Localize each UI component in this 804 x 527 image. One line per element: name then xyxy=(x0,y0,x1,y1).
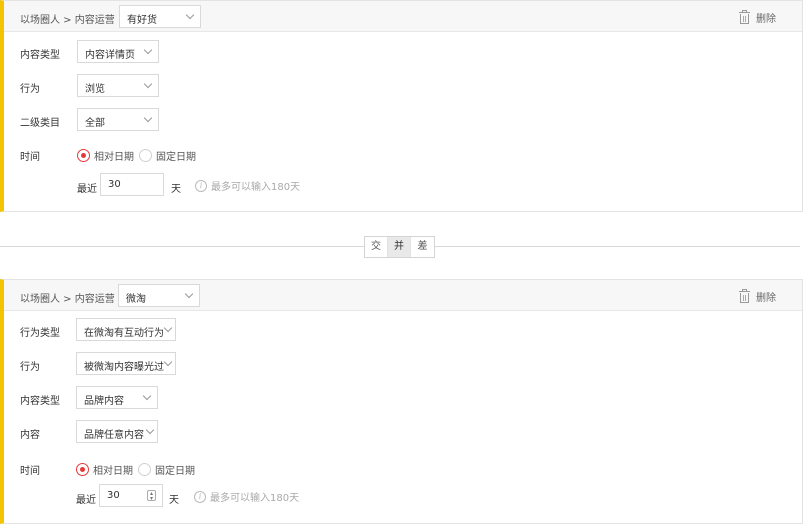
radio-label: 固定日期 xyxy=(155,466,195,477)
delete-button[interactable]: 删除 xyxy=(739,10,776,25)
source-select-value: 微淘 xyxy=(126,294,146,305)
days-hint: i 最多可以输入180天 xyxy=(195,178,300,193)
operator-union[interactable]: 并 xyxy=(388,237,411,257)
radio-relative-date[interactable]: 相对日期 xyxy=(77,148,134,163)
field-label: 行为类型 xyxy=(20,328,60,339)
info-icon: i xyxy=(195,179,207,192)
days-input[interactable]: 30 ▴ ▾ xyxy=(99,484,163,507)
chevron-down-icon xyxy=(143,113,153,123)
chevron-down-icon xyxy=(143,79,153,89)
chevron-down-icon xyxy=(185,10,195,20)
select-value: 浏览 xyxy=(85,84,105,95)
content-type-select[interactable]: 品牌内容 xyxy=(76,386,158,409)
chevron-down-icon xyxy=(163,357,173,367)
select-value: 被微淘内容曝光过 xyxy=(84,362,164,373)
operator-intersection[interactable]: 交 xyxy=(365,237,388,257)
delete-label: 删除 xyxy=(756,293,776,304)
field-row-time: 时间 相对日期 固定日期 xyxy=(20,144,320,168)
delete-button[interactable]: 删除 xyxy=(739,289,776,304)
select-value: 内容详情页 xyxy=(85,50,135,61)
behavior-select[interactable]: 浏览 xyxy=(77,74,159,97)
field-label: 行为 xyxy=(20,362,40,373)
chevron-down-icon xyxy=(145,425,155,435)
field-row-time: 时间 相对日期 固定日期 xyxy=(20,458,320,482)
radio-label: 固定日期 xyxy=(156,152,196,163)
select-value: 全部 xyxy=(85,118,105,129)
hint-text: 最多可以输入180天 xyxy=(210,493,300,504)
recent-label: 最近 xyxy=(76,495,96,506)
field-label: 时间 xyxy=(20,152,40,163)
days-value: 30 xyxy=(107,490,120,501)
trash-icon xyxy=(739,10,750,24)
field-label: 内容类型 xyxy=(20,50,60,61)
field-label: 二级类目 xyxy=(20,118,60,129)
source-select[interactable]: 有好货 xyxy=(119,5,201,28)
rule-card-1: 以场圈人 > 内容运营 有好货 删除 内容类型 内容详情页 行为 浏览 二级类目 xyxy=(0,0,803,212)
days-input[interactable]: 30 xyxy=(100,173,164,196)
breadcrumb: 以场圈人 > 内容运营 xyxy=(20,15,115,26)
days-value: 30 xyxy=(108,179,121,190)
stepper-icon[interactable]: ▴ ▾ xyxy=(147,490,156,502)
radio-fixed-date[interactable]: 固定日期 xyxy=(139,148,196,163)
source-select[interactable]: 微淘 xyxy=(118,284,200,307)
info-icon: i xyxy=(194,490,206,503)
radio-unchecked-icon xyxy=(139,149,152,162)
radio-label: 相对日期 xyxy=(94,152,134,163)
breadcrumb: 以场圈人 > 内容运营 xyxy=(20,294,115,305)
rule-card-2: 以场圈人 > 内容运营 微淘 删除 行为类型 在微淘有互动行为 行为 被微淘内容… xyxy=(0,279,803,524)
source-select-value: 有好货 xyxy=(127,15,157,26)
behavior-select[interactable]: 被微淘内容曝光过 xyxy=(76,352,176,375)
select-value: 在微淘有互动行为 xyxy=(84,328,164,339)
trash-icon xyxy=(739,289,750,303)
chevron-down-icon xyxy=(143,45,153,55)
content-select[interactable]: 品牌任意内容 xyxy=(76,420,158,443)
radio-checked-icon xyxy=(76,463,89,476)
radio-fixed-date[interactable]: 固定日期 xyxy=(138,462,195,477)
rule-card-header: 以场圈人 > 内容运营 微淘 删除 xyxy=(4,280,802,311)
content-type-select[interactable]: 内容详情页 xyxy=(77,40,159,63)
behavior-type-select[interactable]: 在微淘有互动行为 xyxy=(76,318,176,341)
delete-label: 删除 xyxy=(756,14,776,25)
days-hint: i 最多可以输入180天 xyxy=(194,489,299,504)
chevron-down-icon xyxy=(184,289,194,299)
select-value: 品牌任意内容 xyxy=(84,430,144,441)
field-label: 内容类型 xyxy=(20,396,60,407)
hint-text: 最多可以输入180天 xyxy=(211,182,301,193)
recent-label: 最近 xyxy=(77,184,97,195)
chevron-down-icon xyxy=(163,323,173,333)
radio-label: 相对日期 xyxy=(93,466,133,477)
radio-relative-date[interactable]: 相对日期 xyxy=(76,462,133,477)
set-operator-group: 交 并 差 xyxy=(364,236,435,258)
radio-checked-icon xyxy=(77,149,90,162)
category-select[interactable]: 全部 xyxy=(77,108,159,131)
days-unit: 天 xyxy=(169,495,179,506)
rule-card-header: 以场圈人 > 内容运营 有好货 删除 xyxy=(4,1,802,32)
field-label: 时间 xyxy=(20,466,40,477)
field-label: 行为 xyxy=(20,84,40,95)
field-label: 内容 xyxy=(20,430,40,441)
select-value: 品牌内容 xyxy=(84,396,124,407)
chevron-down-icon xyxy=(142,391,152,401)
operator-difference[interactable]: 差 xyxy=(411,237,434,257)
radio-unchecked-icon xyxy=(138,463,151,476)
days-unit: 天 xyxy=(171,184,181,195)
